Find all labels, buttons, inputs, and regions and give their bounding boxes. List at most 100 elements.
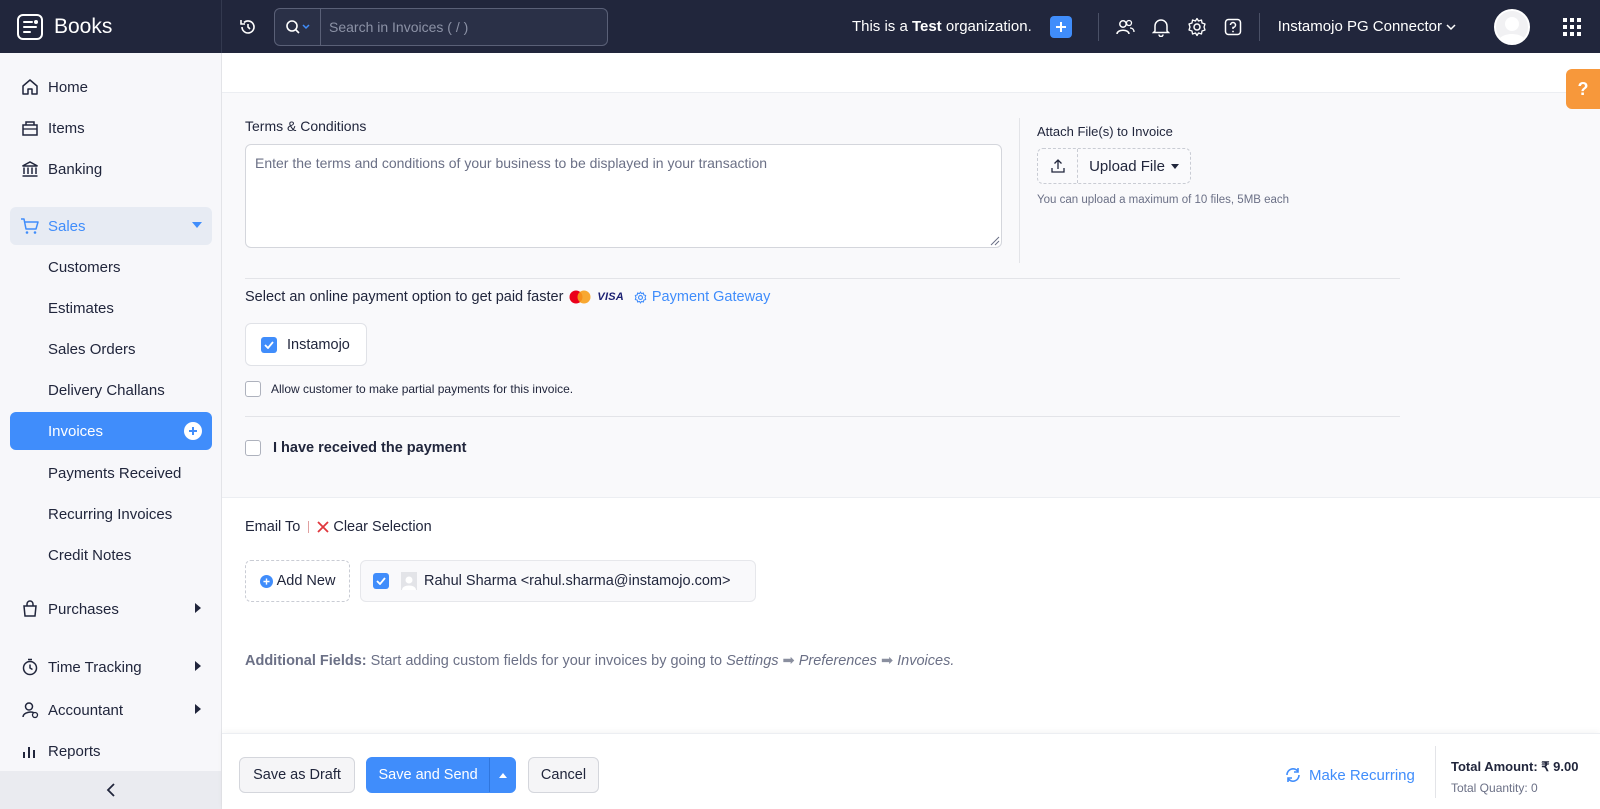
sidebar-sub-label: Customers bbox=[48, 258, 121, 276]
check-icon bbox=[376, 577, 386, 585]
caret-right-icon bbox=[195, 660, 202, 674]
bag-icon bbox=[20, 599, 40, 619]
instamojo-label: Instamojo bbox=[287, 336, 350, 353]
upload-hint: You can upload a maximum of 10 files, 5M… bbox=[1037, 194, 1290, 206]
sidebar-sub-label: Delivery Challans bbox=[48, 381, 165, 399]
make-recurring-label: Make Recurring bbox=[1309, 766, 1415, 784]
search-filter-dropdown[interactable] bbox=[275, 8, 321, 45]
sidebar-item-credit-notes[interactable]: Credit Notes bbox=[10, 536, 212, 574]
contact-avatar-icon bbox=[401, 572, 417, 590]
additional-fields-bold: Additional Fields: bbox=[245, 653, 367, 669]
sidebar-item-sales-orders[interactable]: Sales Orders bbox=[10, 330, 212, 368]
instamojo-checkbox[interactable] bbox=[261, 336, 277, 353]
payment-gateway-link[interactable]: Payment Gateway bbox=[634, 289, 770, 305]
partial-payments-label: Allow customer to make partial payments … bbox=[271, 382, 574, 396]
org-switcher[interactable]: Instamojo PG Connector bbox=[1278, 18, 1456, 35]
org-notice-bold: Test bbox=[911, 18, 942, 35]
help-tab[interactable]: ? bbox=[1566, 69, 1600, 109]
terms-textarea[interactable] bbox=[245, 144, 1002, 248]
contact-label: Rahul Sharma <rahul.sharma@instamojo.com… bbox=[424, 573, 731, 589]
upload-file-button[interactable]: Upload File bbox=[1037, 148, 1191, 184]
gear-icon[interactable] bbox=[1179, 9, 1215, 45]
preferences-text: Preferences bbox=[798, 653, 877, 669]
bell-icon[interactable] bbox=[1143, 9, 1179, 45]
sidebar-item-purchases[interactable]: Purchases bbox=[10, 590, 212, 628]
sidebar-item-invoices[interactable]: Invoices bbox=[10, 412, 212, 450]
sidebar-item-label: Banking bbox=[48, 160, 103, 178]
additional-fields-note: Additional Fields: Start adding custom f… bbox=[245, 653, 954, 669]
sidebar-item-delivery-challans[interactable]: Delivery Challans bbox=[10, 371, 212, 409]
sidebar-item-label: Reports bbox=[48, 742, 101, 760]
footer-bar: Save as Draft Save and Send Cancel Make … bbox=[222, 733, 1600, 809]
contact-chip[interactable]: Rahul Sharma <rahul.sharma@instamojo.com… bbox=[360, 560, 756, 602]
sidebar-item-recurring-invoices[interactable]: Recurring Invoices bbox=[10, 495, 212, 533]
sidebar-item-label: Purchases bbox=[48, 600, 119, 618]
arrow-right-icon: ➡ bbox=[876, 653, 898, 669]
sidebar-item-time-tracking[interactable]: Time Tracking bbox=[10, 648, 212, 686]
payment-received-label: I have received the payment bbox=[273, 440, 467, 456]
payment-option-line: Select an online payment option to get p… bbox=[245, 289, 770, 305]
brand[interactable]: Books bbox=[0, 0, 222, 53]
save-as-draft-button[interactable]: Save as Draft bbox=[239, 757, 355, 793]
sidebar-item-estimates[interactable]: Estimates bbox=[10, 289, 212, 327]
sidebar-item-customers[interactable]: Customers bbox=[10, 248, 212, 286]
gear-icon bbox=[634, 290, 647, 304]
user-avatar-icon bbox=[1498, 16, 1526, 43]
search-input[interactable] bbox=[321, 18, 607, 35]
avatar[interactable] bbox=[1494, 8, 1530, 45]
chevron-left-icon bbox=[106, 783, 115, 797]
help-icon[interactable] bbox=[1215, 9, 1251, 45]
new-invoice-plus-icon[interactable] bbox=[184, 422, 202, 440]
payment-received-option[interactable]: I have received the payment bbox=[245, 440, 466, 456]
users-icon[interactable] bbox=[1107, 9, 1143, 45]
sidebar-item-banking[interactable]: Banking bbox=[10, 150, 212, 188]
sidebar: Home Items Banking Sales Customers Estim… bbox=[0, 53, 222, 809]
sidebar-item-label: Home bbox=[48, 78, 89, 96]
upload-file-dropdown[interactable]: Upload File bbox=[1078, 149, 1190, 183]
make-recurring-link[interactable]: Make Recurring bbox=[1284, 766, 1415, 784]
caret-down-icon bbox=[1170, 163, 1179, 169]
app-grid-icon[interactable] bbox=[1552, 9, 1592, 45]
sidebar-item-payments-received[interactable]: Payments Received bbox=[10, 454, 212, 492]
collapse-sidebar-button[interactable] bbox=[0, 771, 221, 809]
sidebar-item-sales[interactable]: Sales bbox=[10, 207, 212, 245]
total-quantity: Total Quantity: 0 bbox=[1451, 781, 1538, 795]
org-notice-prefix: This is a bbox=[851, 18, 912, 35]
sidebar-item-reports[interactable]: Reports bbox=[10, 732, 212, 770]
save-and-send-options-button[interactable] bbox=[489, 758, 515, 792]
items-icon bbox=[20, 118, 40, 138]
save-and-send-button[interactable]: Save and Send bbox=[367, 767, 489, 783]
sidebar-item-items[interactable]: Items bbox=[10, 109, 212, 147]
invoices-text: Invoices. bbox=[897, 653, 955, 669]
plus-icon bbox=[1055, 21, 1066, 32]
app-name: Books bbox=[54, 14, 113, 38]
payment-option-text: Select an online payment option to get p… bbox=[245, 289, 564, 305]
quick-create-button[interactable] bbox=[1049, 15, 1072, 38]
payment-received-checkbox[interactable] bbox=[245, 440, 261, 456]
partial-payments-checkbox[interactable] bbox=[245, 381, 261, 397]
payment-gateway-label: Payment Gateway bbox=[651, 289, 771, 305]
add-new-contact-button[interactable]: Add New bbox=[245, 560, 350, 602]
top-bar: Books This is a Test organization. Insta… bbox=[0, 0, 1600, 53]
global-search bbox=[274, 7, 608, 46]
sidebar-item-label: Time Tracking bbox=[48, 658, 142, 676]
resize-handle-icon[interactable] bbox=[988, 234, 1000, 246]
arrow-right-icon: ➡ bbox=[778, 653, 799, 669]
upload-icon[interactable] bbox=[1038, 149, 1078, 183]
cancel-button[interactable]: Cancel bbox=[528, 757, 599, 793]
org-name: Instamojo PG Connector bbox=[1277, 18, 1442, 35]
close-icon bbox=[317, 521, 329, 533]
sidebar-item-home[interactable]: Home bbox=[10, 68, 212, 106]
partial-payments-option[interactable]: Allow customer to make partial payments … bbox=[245, 381, 573, 397]
sidebar-sub-label: Payments Received bbox=[48, 464, 182, 482]
clear-selection-link[interactable]: Clear Selection bbox=[317, 519, 432, 535]
clear-selection-label: Clear Selection bbox=[333, 519, 432, 535]
contact-checkbox[interactable] bbox=[373, 573, 389, 589]
sidebar-item-accountant[interactable]: Accountant bbox=[10, 691, 212, 729]
invoice-form: ? Terms & Conditions Attach File(s) to I… bbox=[222, 53, 1600, 809]
recent-history-icon[interactable] bbox=[236, 15, 260, 39]
save-and-send-group: Save and Send bbox=[366, 757, 516, 793]
books-logo-icon bbox=[17, 13, 43, 40]
instamojo-option[interactable]: Instamojo bbox=[245, 323, 367, 366]
caret-down-icon bbox=[192, 221, 202, 232]
